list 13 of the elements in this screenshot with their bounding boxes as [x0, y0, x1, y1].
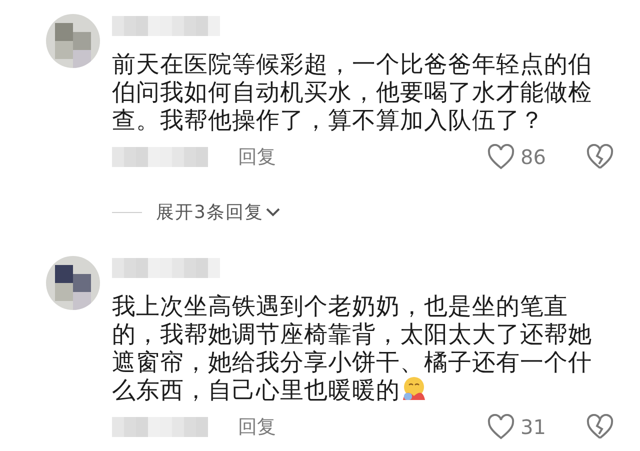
expand-replies-link[interactable]: 展开3条回复 [156, 198, 264, 226]
reply-link[interactable]: 回复 [238, 142, 276, 172]
broken-heart-icon[interactable] [586, 414, 614, 440]
comment-text: 前天在医院等候彩超，一个比爸爸年轻点的伯伯问我如何自动机买水，他要喝了水才能做检查。我帮他操作了，算不算加入队伍了？ [112, 50, 592, 134]
comment-text: 我上次坐高铁遇到个老奶奶，也是坐的笔直的，我帮她调节座椅靠背，太阳太大了还帮她遮窗帘，她给我分享小饼干、橘子还有一个什么东西，自己心里也暖暖的 [112, 292, 592, 404]
like-count: 31 [520, 414, 546, 441]
reply-link[interactable]: 回复 [238, 412, 276, 442]
like-count: 86 [520, 144, 546, 171]
heart-icon[interactable] [486, 144, 515, 170]
avatar[interactable] [46, 256, 100, 310]
heart-icon[interactable] [486, 414, 515, 440]
broken-heart-icon[interactable] [586, 144, 614, 170]
chevron-down-icon[interactable] [265, 207, 282, 217]
